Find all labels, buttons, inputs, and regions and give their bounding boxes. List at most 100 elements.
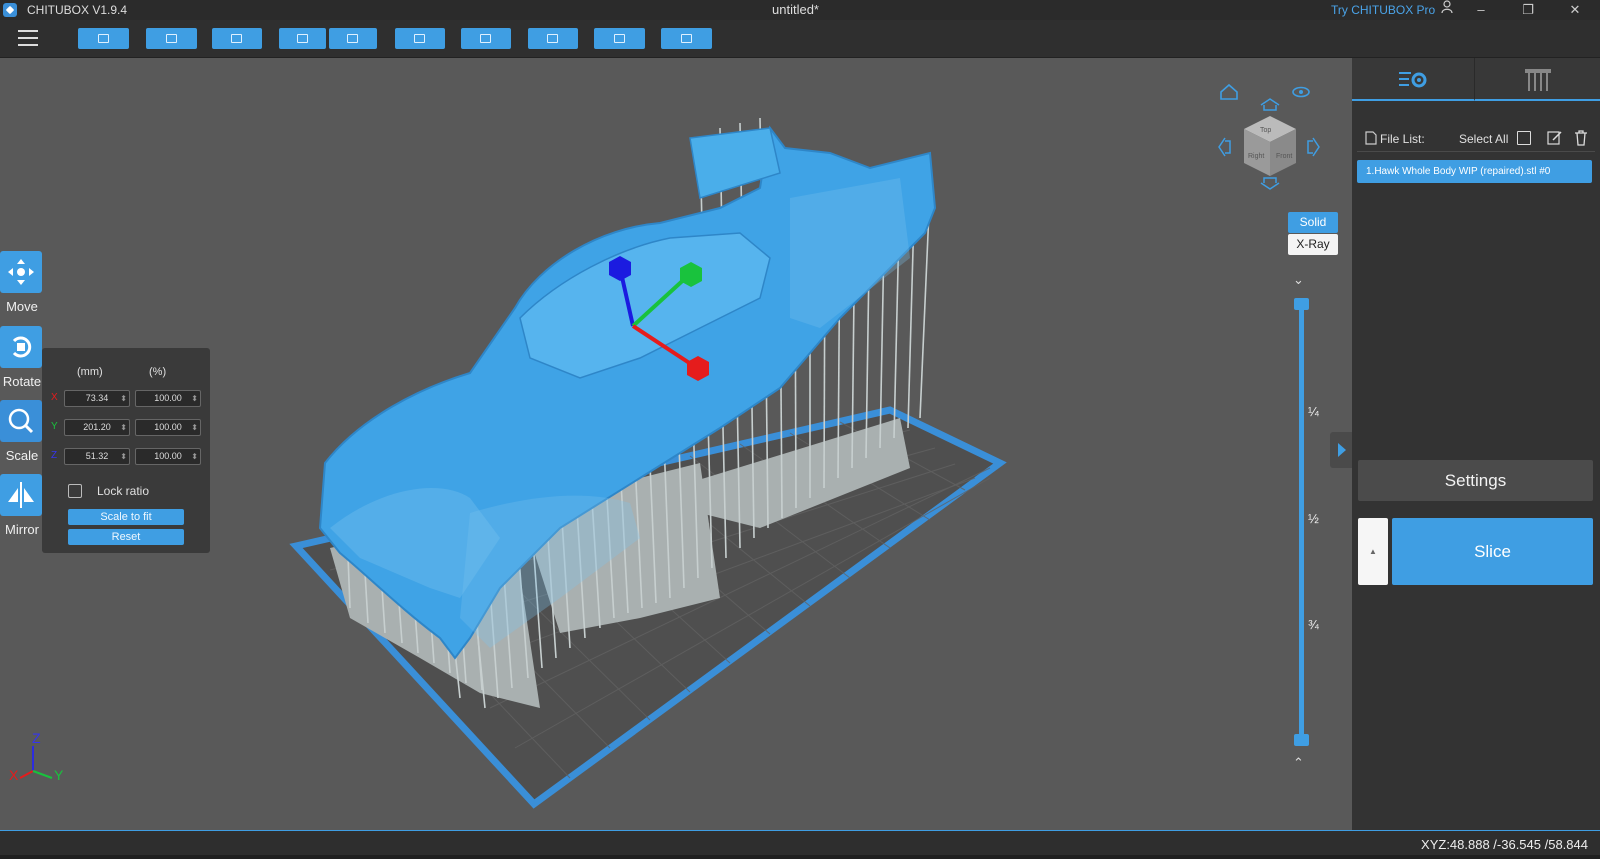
view-right-arrow-icon[interactable]: [1307, 137, 1320, 157]
axis-x-label: X: [9, 767, 19, 783]
undo-button[interactable]: [279, 28, 326, 49]
rotate-label: Rotate: [2, 374, 42, 389]
redo-button[interactable]: [329, 28, 377, 49]
app-logo-icon: [3, 3, 17, 17]
account-icon[interactable]: [1432, 0, 1462, 20]
document-icon: [414, 33, 425, 43]
cube-top-face: Top: [1260, 127, 1271, 134]
open-file-button[interactable]: [78, 28, 129, 49]
clear-button[interactable]: [661, 28, 712, 49]
title-bar: CHITUBOX V1.9.4 untitled* Try CHITUBOX P…: [0, 0, 1600, 20]
layer-up-chevron-icon[interactable]: ⌄: [1293, 272, 1304, 288]
rotate-icon: [0, 326, 42, 368]
hollow-button[interactable]: [528, 28, 578, 49]
center-button[interactable]: [594, 28, 645, 49]
scale-panel: (mm) (%) X 73.34 100.00 Y 201.20 100.00 …: [42, 348, 210, 553]
layer-slider-bottom-handle[interactable]: [1294, 734, 1309, 746]
document-button[interactable]: [395, 28, 445, 49]
view-up-arrow-icon[interactable]: [1260, 98, 1280, 111]
view-down-arrow-icon[interactable]: [1260, 177, 1280, 190]
tab-supports[interactable]: [1474, 58, 1600, 101]
layer-mark-three-quarter: ¾: [1308, 617, 1319, 632]
slice-options-dropdown[interactable]: ▲: [1358, 518, 1388, 585]
play-arrow-icon: [1338, 443, 1346, 457]
lock-ratio-checkbox[interactable]: [68, 484, 82, 498]
layer-slider-track[interactable]: [1299, 302, 1304, 746]
y-pct-input[interactable]: 100.00: [135, 419, 201, 436]
minimize-button[interactable]: –: [1466, 0, 1496, 20]
center-icon: [613, 33, 625, 43]
hollow-icon: [547, 33, 558, 43]
axis-z-label: Z: [32, 730, 41, 746]
axis-y-label: Y: [54, 767, 64, 783]
layer-slider-top-handle[interactable]: [1294, 298, 1309, 310]
file-list-label: File List:: [1380, 132, 1425, 146]
edit-icon[interactable]: [1547, 130, 1563, 146]
scale-tool[interactable]: Scale: [0, 400, 44, 463]
taskbar-strip: [0, 855, 1600, 859]
main-toolbar: [0, 20, 1600, 58]
trash-icon[interactable]: [1574, 130, 1588, 146]
x-axis-label: X: [51, 392, 58, 403]
cube-right-face: Right: [1248, 153, 1264, 160]
select-all-label: Select All: [1459, 132, 1509, 146]
tab-model-settings[interactable]: [1352, 58, 1474, 101]
menu-icon[interactable]: [18, 30, 38, 46]
save-icon: [165, 33, 177, 43]
xray-mode-button[interactable]: X-Ray: [1288, 234, 1338, 255]
z-mm-input[interactable]: 51.32: [64, 448, 130, 465]
unit-pct-header: (%): [149, 366, 167, 378]
app-name: CHITUBOX V1.9.4: [27, 3, 128, 17]
axis-indicator: Z X Y: [9, 730, 64, 783]
eye-icon[interactable]: [1292, 86, 1310, 98]
try-pro-link[interactable]: Try CHITUBOX Pro: [1331, 3, 1435, 17]
supports-icon: [480, 33, 491, 43]
supports-button[interactable]: [461, 28, 511, 49]
clear-icon: [680, 33, 692, 43]
undo-icon: [296, 33, 308, 43]
home-view-icon[interactable]: [1220, 83, 1238, 100]
supports-tab-icon: [1525, 69, 1551, 91]
close-button[interactable]: ✕: [1560, 0, 1590, 20]
reset-button[interactable]: Reset: [68, 529, 184, 545]
document-title: untitled*: [772, 2, 819, 17]
y-mm-input[interactable]: 201.20: [64, 419, 130, 436]
solid-mode-button[interactable]: Solid: [1288, 212, 1338, 233]
slice-button[interactable]: Slice: [1392, 518, 1593, 585]
select-all-checkbox[interactable]: [1517, 131, 1531, 145]
y-axis-label: Y: [51, 421, 58, 432]
status-bar: XYZ:48.888 /-36.545 /58.844: [0, 830, 1600, 859]
layer-down-chevron-icon[interactable]: ⌃: [1293, 755, 1304, 771]
redo-icon: [347, 33, 358, 43]
scale-icon: [0, 400, 42, 442]
settings-button[interactable]: Settings: [1358, 460, 1593, 501]
file-list-item[interactable]: 1.Hawk Whole Body WIP (repaired).stl #0: [1357, 160, 1592, 183]
mirror-tool[interactable]: Mirror: [0, 474, 44, 537]
unit-mm-header: (mm): [77, 366, 103, 378]
auto-layout-icon: [231, 33, 242, 43]
move-tool[interactable]: Move: [0, 251, 44, 314]
x-pct-input[interactable]: 100.00: [135, 390, 201, 407]
mirror-icon: [0, 474, 42, 516]
view-left-arrow-icon[interactable]: [1218, 137, 1231, 157]
view-cube[interactable]: Top Right Front: [1210, 80, 1320, 205]
auto-layout-button[interactable]: [212, 28, 262, 49]
file-list-icon: [1365, 131, 1377, 145]
cursor-coordinates: XYZ:48.888 /-36.545 /58.844: [1421, 837, 1588, 852]
divider: [1357, 151, 1595, 152]
rotate-tool[interactable]: Rotate: [0, 326, 44, 389]
layer-mark-half: ½: [1308, 511, 1319, 526]
z-pct-input[interactable]: 100.00: [135, 448, 201, 465]
scale-to-fit-button[interactable]: Scale to fit: [68, 509, 184, 525]
save-button[interactable]: [146, 28, 197, 49]
mirror-label: Mirror: [5, 522, 39, 537]
lock-ratio-label: Lock ratio: [97, 484, 150, 498]
restore-button[interactable]: ❐: [1513, 0, 1543, 20]
cube-front-face: Front: [1276, 153, 1292, 160]
move-label: Move: [6, 299, 38, 314]
right-panel: File List: Select All 1.Hawk Whole Body …: [1352, 58, 1600, 830]
layer-mark-quarter: ¼: [1308, 404, 1319, 419]
panel-collapse-button[interactable]: [1330, 432, 1352, 468]
scale-label: Scale: [5, 448, 39, 463]
x-mm-input[interactable]: 73.34: [64, 390, 130, 407]
